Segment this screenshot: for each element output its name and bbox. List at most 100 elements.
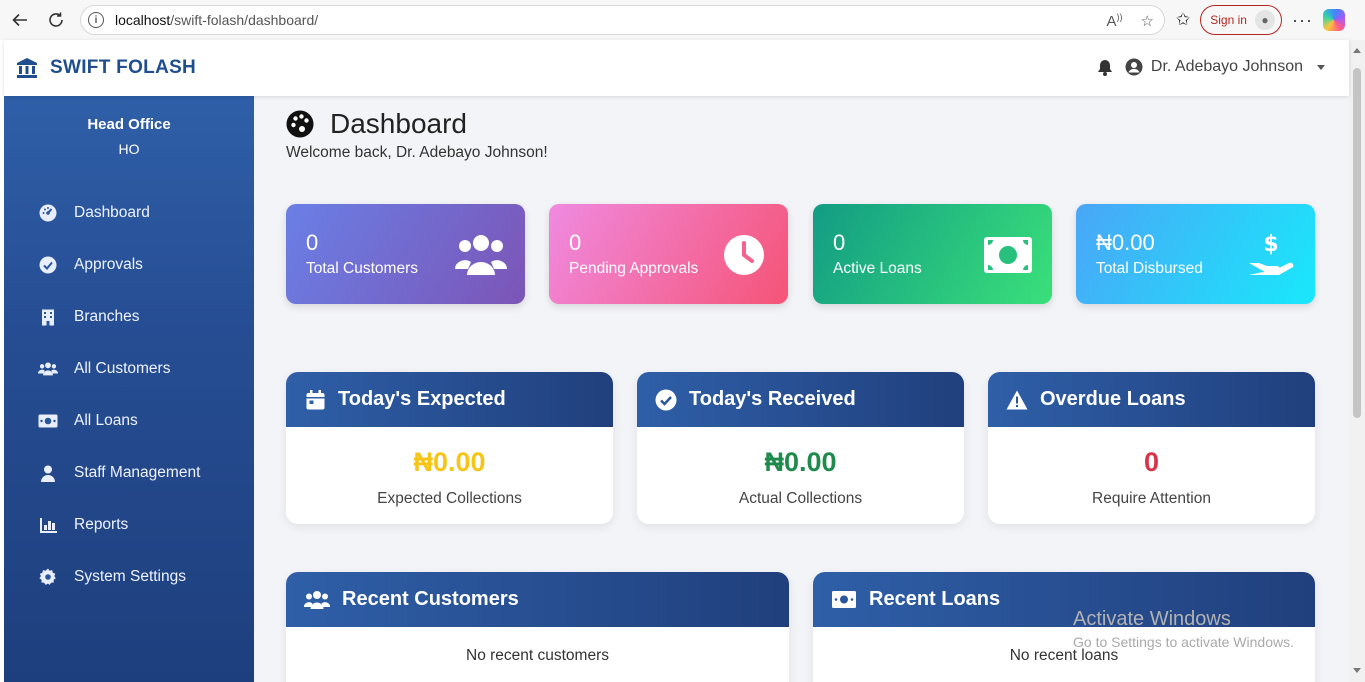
browser-toolbar: i localhost/swift-folash/dashboard/ A)) … bbox=[0, 0, 1365, 40]
empty-state: No recent customers bbox=[466, 647, 609, 664]
sidebar-item-label: Approvals bbox=[74, 256, 143, 273]
users-icon bbox=[304, 589, 330, 611]
stat-value: 0 bbox=[833, 230, 846, 255]
received-label: Actual Collections bbox=[738, 490, 863, 507]
sidebar: Head Office HO Dashboard Approvals Branc… bbox=[4, 96, 254, 682]
stat-value: 0 bbox=[569, 230, 582, 255]
sidebar-item-label: Staff Management bbox=[74, 464, 201, 481]
money-bill-icon bbox=[831, 589, 857, 611]
user-icon bbox=[38, 463, 58, 483]
clock-icon bbox=[718, 232, 770, 278]
card-recent-customers: Recent Customers No recent customers bbox=[286, 572, 789, 682]
card-title: Overdue Loans bbox=[1040, 388, 1186, 410]
scroll-down-arrow[interactable] bbox=[1353, 668, 1361, 673]
warning-icon bbox=[1006, 389, 1028, 411]
received-value: ₦0.00 bbox=[764, 447, 837, 477]
stat-label: Total Disbursed bbox=[1096, 260, 1203, 277]
hand-dollar-icon: $ bbox=[1245, 232, 1297, 278]
sidebar-item-dashboard[interactable]: Dashboard bbox=[4, 187, 254, 239]
user-circle-icon bbox=[1125, 58, 1143, 76]
bell-icon[interactable] bbox=[1097, 59, 1113, 76]
read-aloud-icon[interactable]: A)) bbox=[1107, 12, 1123, 30]
brand[interactable]: SWIFT FOLASH bbox=[16, 57, 196, 79]
palette-icon bbox=[286, 110, 314, 138]
card-overdue-loans: Overdue Loans 0 Require Attention bbox=[988, 372, 1315, 524]
user-name: Dr. Adebayo Johnson bbox=[1150, 58, 1303, 75]
card-title: Today's Expected bbox=[338, 388, 506, 410]
card-header: Recent Customers bbox=[286, 572, 789, 627]
tachometer-icon bbox=[38, 203, 58, 223]
sidebar-item-label: All Loans bbox=[74, 412, 138, 429]
stat-value: 0 bbox=[306, 230, 319, 255]
windows-watermark: Activate Windows Go to Settings to activ… bbox=[1073, 608, 1294, 650]
stat-label: Active Loans bbox=[833, 260, 922, 277]
stat-card-pending-approvals: 0 Pending Approvals bbox=[549, 204, 788, 304]
svg-text:$: $ bbox=[1263, 233, 1278, 257]
chart-bar-icon bbox=[38, 515, 58, 535]
sidebar-item-staff-management[interactable]: Staff Management bbox=[4, 447, 254, 499]
page-scrollbar[interactable] bbox=[1349, 40, 1365, 682]
brand-name: SWIFT FOLASH bbox=[50, 57, 197, 78]
sidebar-item-label: Dashboard bbox=[74, 204, 150, 221]
money-bill-icon bbox=[982, 232, 1034, 278]
overdue-value: 0 bbox=[1143, 447, 1160, 477]
office-code: HO bbox=[118, 141, 140, 157]
sidebar-item-reports[interactable]: Reports bbox=[4, 499, 254, 551]
sidebar-item-all-loans[interactable]: All Loans bbox=[4, 395, 254, 447]
sidebar-item-system-settings[interactable]: System Settings bbox=[4, 551, 254, 603]
sidebar-item-label: All Customers bbox=[74, 360, 171, 377]
card-header: Today's Received bbox=[637, 372, 964, 427]
gear-icon bbox=[38, 567, 58, 587]
users-icon bbox=[455, 232, 507, 278]
bank-icon bbox=[17, 58, 37, 78]
check-circle-icon bbox=[38, 255, 58, 275]
sidebar-item-label: Reports bbox=[74, 516, 129, 533]
stat-value: ₦0.00 bbox=[1096, 230, 1155, 255]
building-icon bbox=[38, 307, 58, 327]
stat-label: Total Customers bbox=[306, 260, 418, 277]
stat-card-total-disbursed: ₦0.00 Total Disbursed $ bbox=[1076, 204, 1315, 304]
stat-card-total-customers: 0 Total Customers bbox=[286, 204, 525, 304]
check-circle-icon bbox=[655, 389, 677, 411]
scroll-up-arrow[interactable] bbox=[1353, 48, 1361, 53]
money-bill-icon bbox=[38, 411, 58, 431]
sidebar-item-label: System Settings bbox=[74, 568, 186, 585]
back-icon[interactable] bbox=[2, 2, 38, 38]
favorites-icon[interactable]: ✩ bbox=[1176, 10, 1190, 30]
watermark-title: Activate Windows bbox=[1073, 608, 1231, 630]
sign-in-button[interactable]: Sign in ● bbox=[1200, 5, 1282, 35]
sidebar-item-label: Branches bbox=[74, 308, 140, 325]
welcome-message: Welcome back, Dr. Adebayo Johnson! bbox=[286, 144, 548, 161]
app-header: SWIFT FOLASH Dr. Adebayo Johnson bbox=[4, 40, 1349, 96]
stat-label: Pending Approvals bbox=[569, 260, 699, 277]
reload-icon[interactable] bbox=[38, 2, 74, 38]
chevron-down-icon bbox=[1317, 64, 1325, 70]
sidebar-item-all-customers[interactable]: All Customers bbox=[4, 343, 254, 395]
sign-in-label: Sign in bbox=[1210, 13, 1247, 27]
copilot-icon[interactable] bbox=[1322, 9, 1345, 31]
users-icon bbox=[38, 359, 58, 379]
scroll-thumb[interactable] bbox=[1353, 68, 1361, 418]
address-bar[interactable]: i localhost/swift-folash/dashboard/ A)) … bbox=[80, 5, 1165, 35]
expected-value: ₦0.00 bbox=[413, 447, 486, 477]
page-title: Dashboard bbox=[286, 108, 467, 140]
card-todays-received: Today's Received ₦0.00 Actual Collection… bbox=[637, 372, 964, 524]
main-content: Dashboard Welcome back, Dr. Adebayo John… bbox=[254, 96, 1349, 682]
card-header: Overdue Loans bbox=[988, 372, 1315, 427]
watermark-subtitle: Go to Settings to activate Windows. bbox=[1073, 634, 1294, 650]
user-menu-dropdown[interactable]: Dr. Adebayo Johnson bbox=[1125, 58, 1325, 76]
sidebar-item-branches[interactable]: Branches bbox=[4, 291, 254, 343]
sidebar-menu: Dashboard Approvals Branches All Custome… bbox=[4, 187, 254, 603]
card-title: Recent Loans bbox=[869, 588, 1001, 610]
page-heading: Dashboard bbox=[330, 108, 467, 139]
sidebar-item-approvals[interactable]: Approvals bbox=[4, 239, 254, 291]
favorite-star-icon[interactable]: ☆ bbox=[1141, 12, 1154, 30]
expected-label: Expected Collections bbox=[377, 490, 522, 507]
office-name: Head Office bbox=[87, 116, 171, 133]
overdue-label: Require Attention bbox=[1092, 490, 1211, 507]
site-info-icon[interactable]: i bbox=[88, 12, 104, 28]
card-header: Today's Expected bbox=[286, 372, 613, 427]
card-title: Today's Received bbox=[689, 388, 856, 410]
url-text: localhost/swift-folash/dashboard/ bbox=[115, 12, 319, 28]
more-options-icon[interactable]: ··· bbox=[1292, 10, 1313, 31]
